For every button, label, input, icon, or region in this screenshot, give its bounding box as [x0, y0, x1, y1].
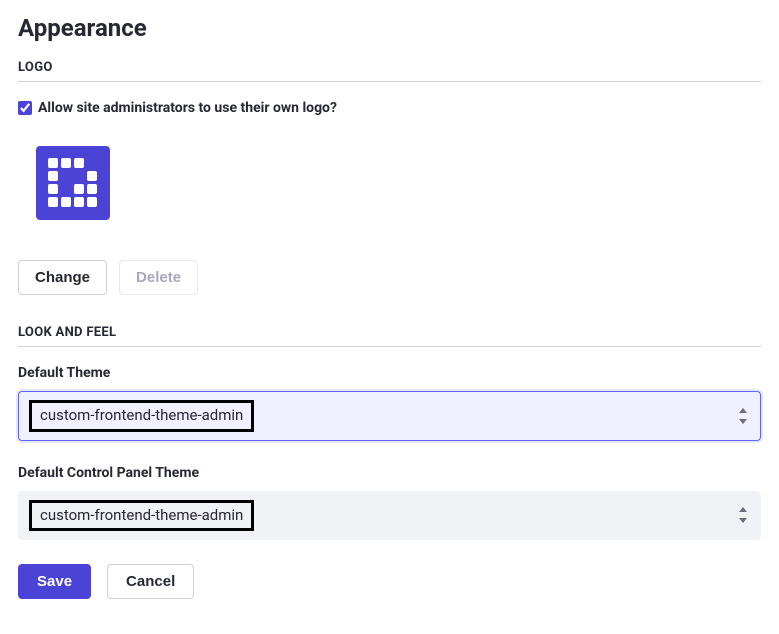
default-cp-theme-value: custom-frontend-theme-admin — [29, 500, 254, 532]
page-title: Appearance — [18, 14, 761, 42]
cancel-button[interactable]: Cancel — [107, 564, 194, 599]
default-theme-select[interactable]: custom-frontend-theme-admin — [18, 391, 761, 441]
section-header-logo: LOGO — [18, 60, 761, 82]
allow-own-logo-row: Allow site administrators to use their o… — [18, 100, 761, 116]
default-theme-field: Default Theme custom-frontend-theme-admi… — [18, 365, 761, 441]
logo-icon — [48, 158, 98, 208]
footer-buttons: Save Cancel — [18, 564, 761, 599]
delete-logo-button[interactable]: Delete — [119, 260, 198, 295]
allow-own-logo-label: Allow site administrators to use their o… — [38, 100, 337, 116]
default-theme-label: Default Theme — [18, 365, 761, 381]
select-arrows-icon — [738, 408, 748, 424]
default-theme-value: custom-frontend-theme-admin — [29, 400, 254, 432]
change-logo-button[interactable]: Change — [18, 260, 107, 295]
default-cp-theme-field: Default Control Panel Theme custom-front… — [18, 465, 761, 541]
save-button[interactable]: Save — [18, 564, 91, 599]
logo-button-row: Change Delete — [18, 260, 761, 295]
logo-preview — [36, 146, 110, 220]
default-cp-theme-select[interactable]: custom-frontend-theme-admin — [18, 491, 761, 541]
default-cp-theme-label: Default Control Panel Theme — [18, 465, 761, 481]
allow-own-logo-checkbox[interactable] — [18, 101, 32, 115]
section-header-look-and-feel: LOOK AND FEEL — [18, 325, 761, 347]
select-arrows-icon — [738, 507, 748, 523]
